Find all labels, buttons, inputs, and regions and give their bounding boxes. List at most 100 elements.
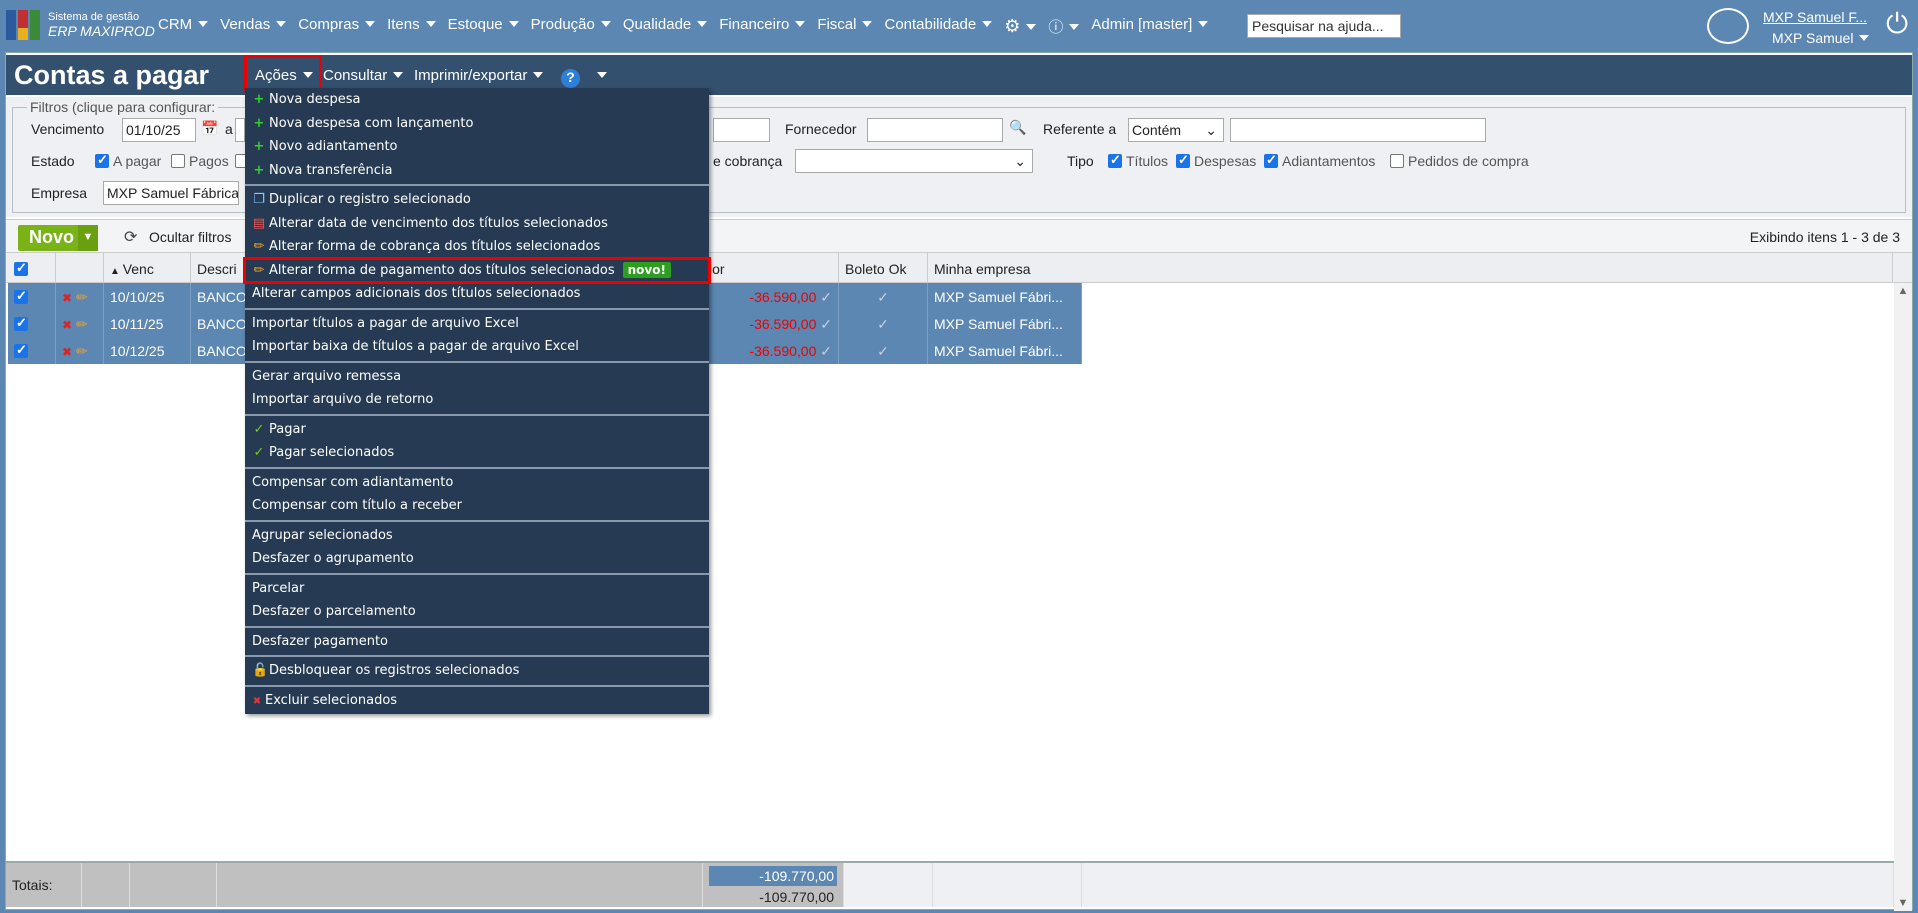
menu-item-desbloquear-os-registros-selecionados[interactable]: 🔓Desbloquear os registros selecionados — [245, 659, 709, 683]
menu-item-importar-t-tulos-a-pagar-de-arquivo-excel[interactable]: Importar títulos a pagar de arquivo Exce… — [245, 312, 709, 336]
tipo-titulos[interactable]: Títulos — [1108, 152, 1168, 169]
novo-dropdown-button[interactable]: ▼ — [78, 225, 98, 251]
help-circle-icon[interactable]: ⓘ — [1048, 16, 1080, 37]
menu-item-importar-arquivo-de-retorno[interactable]: Importar arquivo de retorno — [245, 388, 709, 412]
nav-vendas[interactable]: Vendas — [220, 16, 287, 37]
refresh-icon[interactable]: ⟳ — [124, 227, 137, 247]
menu-item-agrupar-selecionados[interactable]: Agrupar selecionados — [245, 524, 709, 548]
filters-legend[interactable]: Filtros (clique para configurar: — [27, 99, 219, 115]
actions-header — [56, 253, 104, 282]
fornecedor-input[interactable] — [867, 118, 1003, 142]
fornecedor-label: Fornecedor — [785, 121, 857, 137]
menu-item-alterar-forma-de-pagamento-dos-t-tulos-selecionados[interactable]: ✏ Alterar forma de pagamento dos títulos … — [243, 256, 711, 284]
tipo-despesas[interactable]: Despesas — [1176, 152, 1257, 169]
nav-fiscal[interactable]: Fiscal — [817, 16, 873, 37]
menu-item-desfazer-o-parcelamento[interactable]: Desfazer o parcelamento — [245, 600, 709, 624]
checkbox[interactable] — [95, 152, 109, 168]
edit-pencil-icon[interactable]: ✏ — [76, 316, 88, 332]
row-checkbox[interactable] — [8, 310, 56, 337]
referente-input[interactable] — [1230, 118, 1486, 142]
more-menu-button[interactable] — [591, 67, 607, 84]
menu-item-label: Parcelar — [252, 580, 305, 596]
menu-item-excluir-selecionados[interactable]: ✖ Excluir selecionados — [245, 689, 709, 713]
power-icon[interactable]: ⏻ — [1886, 10, 1908, 38]
empresa-header[interactable]: Minha empresa — [928, 253, 1893, 282]
nav-itens[interactable]: Itens — [387, 16, 436, 37]
menu-item-nova-despesa[interactable]: + Nova despesa — [245, 88, 709, 112]
select-all-checkbox[interactable] — [8, 253, 56, 282]
empresa-label: Empresa — [31, 185, 88, 201]
imprimir-menu-button[interactable]: Imprimir/exportar — [414, 67, 544, 84]
valor-header[interactable]: lor — [698, 253, 839, 282]
delete-icon[interactable]: ✖ — [62, 345, 72, 359]
row-checkbox[interactable] — [8, 283, 56, 310]
menu-item-alterar-data-de-vencimento-dos-t-tulos-selecionados[interactable]: ▤ Alterar data de vencimento dos títulos … — [245, 212, 709, 236]
calendar-icon[interactable]: 📅 — [201, 120, 218, 137]
to-label: a — [225, 121, 233, 137]
help-search-input[interactable]: Pesquisar na ajuda... — [1247, 14, 1401, 38]
menu-item-label: Alterar forma de cobrança dos títulos se… — [269, 239, 601, 254]
nav-qualidade[interactable]: Qualidade — [623, 16, 708, 37]
boleto-header[interactable]: Boleto Ok — [839, 253, 928, 282]
ocultar-filtros-button[interactable]: Ocultar filtros — [149, 229, 231, 245]
edit-pencil-icon[interactable]: ✏ — [76, 343, 88, 359]
delete-icon[interactable]: ✖ — [62, 318, 72, 332]
menu-item-compensar-com-adiantamento[interactable]: Compensar com adiantamento — [245, 471, 709, 495]
checkbox-label: Despesas — [1194, 153, 1257, 169]
menu-item-desfazer-pagamento[interactable]: Desfazer pagamento — [245, 630, 709, 654]
tipo-pedidos[interactable]: Pedidos de compra — [1390, 153, 1529, 169]
admin-menu[interactable]: Admin [master] — [1091, 16, 1209, 37]
menu-item-pagar[interactable]: ✓ Pagar — [245, 418, 709, 442]
menu-item-nova-despesa-com-lan-amento[interactable]: + Nova despesa com lançamento — [245, 112, 709, 136]
cobranca-select[interactable]: ⌄ — [795, 149, 1033, 173]
nav-estoque[interactable]: Estoque — [448, 16, 519, 37]
menu-item-compensar-com-t-tulo-a-receber[interactable]: Compensar com título a receber — [245, 494, 709, 518]
delete-icon[interactable]: ✖ — [62, 291, 72, 305]
boleto-check-icon: ✓ — [839, 337, 928, 364]
menu-item-nova-transfer-ncia[interactable]: + Nova transferência — [245, 159, 709, 183]
edit-pencil-icon[interactable]: ✏ — [76, 289, 88, 305]
checkbox[interactable] — [171, 154, 185, 168]
novo-button[interactable]: Novo — [18, 225, 78, 251]
company-selector[interactable]: MXP Samuel — [1772, 30, 1870, 46]
unlock-icon: 🔓 — [252, 663, 269, 678]
tipo-adiantamentos[interactable]: Adiantamentos — [1264, 152, 1375, 169]
erp-logo-icon[interactable] — [6, 10, 44, 40]
nav-financeiro[interactable]: Financeiro — [719, 16, 806, 37]
estado-pagos[interactable]: Pagos — [171, 153, 229, 169]
empresa-input[interactable]: MXP Samuel Fábrica — [103, 181, 239, 205]
valor-header-label: lor — [709, 261, 725, 277]
user-link[interactable]: MXP Samuel F... — [1763, 9, 1867, 25]
nav-crm[interactable]: CRM — [158, 16, 209, 37]
nav-contabilidade[interactable]: Contabilidade — [884, 16, 993, 37]
venc-header[interactable]: ▲ Venc — [104, 253, 191, 282]
chat-icon[interactable] — [1707, 8, 1749, 44]
vencimento-from-input[interactable]: 01/10/25 — [122, 118, 196, 142]
nav-compras[interactable]: Compras — [298, 16, 376, 37]
help-icon[interactable]: ? — [561, 69, 580, 88]
gear-icon[interactable]: ⚙ — [1004, 16, 1037, 37]
menu-item-alterar-campos-adicionais-dos-t-tulos-selecionados[interactable]: Alterar campos adicionais dos títulos se… — [245, 282, 709, 306]
menu-item-parcelar[interactable]: Parcelar — [245, 577, 709, 601]
menu-item-novo-adiantamento[interactable]: + Novo adiantamento — [245, 135, 709, 159]
estado-label: Estado — [31, 153, 75, 169]
estado-a-pagar[interactable]: A pagar — [95, 152, 161, 169]
search-icon[interactable]: 🔍 — [1009, 119, 1026, 136]
menu-separator — [245, 466, 709, 469]
menu-item-duplicar-o-registro-selecionado[interactable]: ❐ Duplicar o registro selecionado — [245, 188, 709, 212]
vencimento-to-input[interactable] — [235, 118, 245, 142]
menu-item-importar-baixa-de-t-tulos-a-pagar-de-arquivo-excel[interactable]: Importar baixa de títulos a pagar de arq… — [245, 335, 709, 359]
menu-item-gerar-arquivo-remessa[interactable]: Gerar arquivo remessa — [245, 365, 709, 389]
top-navigation-bar: Sistema de gestão ERP MAXIPROD CRM Vendas C… — [0, 0, 1918, 50]
referente-select[interactable]: Contém ⌄ — [1128, 118, 1224, 142]
menu-item-alterar-forma-de-cobran-a-dos-t-tulos-selecionados[interactable]: ✏ Alterar forma de cobrança dos títulos s… — [245, 235, 709, 259]
admin-label: Admin [master] — [1091, 16, 1193, 33]
nav-produção[interactable]: Produção — [531, 16, 611, 37]
filter-input[interactable] — [713, 118, 770, 142]
menu-item-desfazer-o-agrupamento[interactable]: Desfazer o agrupamento — [245, 547, 709, 571]
vertical-scrollbar[interactable]: ▲ ▼ — [1894, 283, 1912, 911]
consultar-menu-button[interactable]: Consultar — [323, 67, 404, 84]
plus-icon: + — [253, 139, 265, 154]
menu-item-pagar-selecionados[interactable]: ✓ Pagar selecionados — [245, 441, 709, 465]
row-checkbox[interactable] — [8, 337, 56, 364]
